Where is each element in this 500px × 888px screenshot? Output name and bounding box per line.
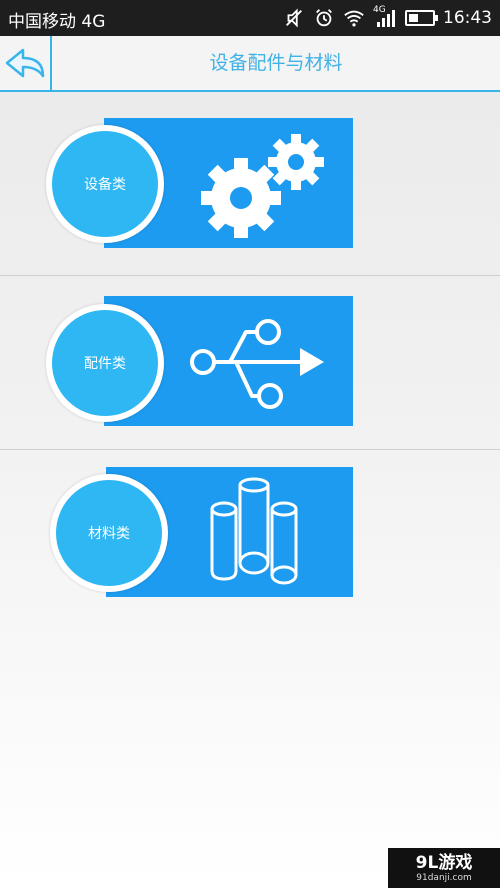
clock: 16:43 [443,8,492,28]
page-title: 设备配件与材料 [209,52,343,74]
category-row-materials: 材料类 [0,450,500,610]
category-badge-equipment[interactable]: 设备类 [46,125,164,243]
battery-icon [405,10,438,26]
battery-level [409,14,418,22]
category-badge-accessories[interactable]: 配件类 [46,304,164,422]
category-label-equipment: 设备类 [52,131,158,237]
signal-icon: 4G [373,5,397,29]
category-row-accessories: 配件类 [0,276,500,449]
category-label-materials: 材料类 [56,480,162,586]
watermark-url: 91danji.com [416,872,472,883]
back-button[interactable] [0,36,52,90]
pipes-icon [210,477,298,585]
wifi-icon [344,10,364,27]
back-arrow-icon [5,48,45,78]
watermark-logo: 9L游戏 91danji.com [388,848,500,888]
category-row-equipment: 设备类 [0,92,500,276]
gears-icon [201,134,324,238]
status-bar: 中国移动 4G 4G 16:43 [0,0,500,36]
app-header: 设备配件与材料 [0,36,500,92]
network-type-label: 4G [373,5,386,15]
usb-icon [190,319,324,409]
watermark-text: 9L游戏 [415,852,473,873]
category-badge-materials[interactable]: 材料类 [50,474,168,592]
mute-icon [286,8,302,28]
category-label-accessories: 配件类 [52,310,158,416]
carrier-label: 中国移动 4G [8,12,106,32]
status-icons: 4G 16:43 [275,5,492,30]
alarm-icon [316,9,332,27]
